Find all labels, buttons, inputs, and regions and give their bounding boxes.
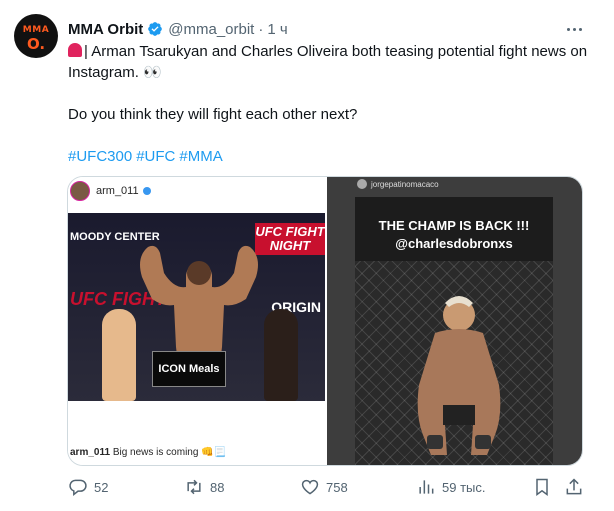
story-username: jorgepatinomacaco [371, 179, 439, 189]
views-button[interactable]: 59 тыс. [416, 476, 485, 498]
eyes-emoji: 👀 [143, 64, 162, 81]
heart-icon [301, 479, 319, 495]
tweet-text-line1: | Arman Tsarukyan and Charles Oliveira b… [68, 41, 588, 83]
siren-emoji-icon [68, 43, 82, 57]
avatar[interactable]: MMA O. [14, 14, 58, 58]
separator-dot: · [258, 20, 264, 38]
views-count: 59 тыс. [442, 479, 486, 495]
banner-ufc: UFC FIGHT NIGHT [255, 223, 325, 255]
reply-button[interactable]: 52 [68, 476, 108, 498]
ig-caption-user: arm_011 [70, 447, 111, 458]
more-options-icon[interactable] [562, 19, 586, 39]
avatar-logo-line2: O. [26, 35, 46, 53]
ring-girl-left [102, 309, 136, 401]
hashtag-link[interactable]: #MMA [179, 148, 222, 165]
tweet-header: MMA Orbit @mma_orbit · 1 ч [68, 19, 288, 39]
ig-username: arm_011 [96, 185, 139, 197]
reply-icon [69, 479, 87, 497]
verified-badge-icon[interactable] [147, 21, 163, 37]
story-headline-text: THE CHAMP IS BACK !!! [378, 218, 530, 233]
ig-header: arm_011 [70, 181, 151, 201]
ig-caption: arm_011 Big news is coming 👊📃 [70, 447, 226, 458]
like-button[interactable]: 758 [300, 476, 348, 498]
media-image-right[interactable]: jorgepatinomacaco THE CHAMP IS BACK !!! … [327, 177, 582, 465]
share-button[interactable] [564, 476, 590, 498]
tweet-text: | Arman Tsarukyan and Charles Oliveira b… [68, 41, 588, 167]
hashtags: #UFC300 #UFC #MMA [68, 146, 588, 167]
story-headline: THE CHAMP IS BACK !!! @charlesdobronxs [355, 217, 553, 253]
story-header: jorgepatinomacaco [357, 179, 439, 189]
bookmark-button[interactable] [532, 476, 558, 498]
icon-meals-sign: ICON Meals [152, 351, 226, 387]
media-image-left[interactable]: arm_011 MOODY CENTER UFC FIGHT NIGHT UFC… [68, 177, 325, 465]
story-mention: @charlesdobronxs [395, 236, 513, 251]
ring-girl-right [264, 309, 298, 401]
like-count: 758 [326, 479, 348, 495]
repost-icon [187, 479, 201, 495]
display-name[interactable]: MMA Orbit [68, 21, 143, 38]
ig-avatar [70, 181, 90, 201]
repost-button[interactable]: 88 [184, 476, 224, 498]
weigh-in-photo: MOODY CENTER UFC FIGHT NIGHT UFC FIGHT O… [68, 213, 325, 401]
tweet[interactable]: MMA O. MMA Orbit @mma_orbit · 1 ч | Arma… [0, 0, 614, 511]
hashtag-link[interactable]: #UFC [136, 148, 175, 165]
repost-count: 88 [210, 479, 225, 495]
avatar-logo-line1: MMA [22, 25, 50, 35]
timestamp[interactable]: 1 ч [267, 21, 287, 38]
ig-verified-icon [142, 187, 151, 195]
story-photo: THE CHAMP IS BACK !!! @charlesdobronxs [355, 197, 553, 465]
reply-count: 52 [94, 479, 109, 495]
media-grid: arm_011 MOODY CENTER UFC FIGHT NIGHT UFC… [67, 176, 583, 466]
action-bar: 52 88 758 59 тыс. [68, 476, 588, 498]
ig-caption-text: Big news is coming 👊📃 [112, 447, 227, 458]
share-icon [566, 478, 582, 495]
bookmark-icon [536, 478, 548, 496]
fighter-crouching [417, 296, 501, 455]
tweet-text-question: Do you think they will fight each other … [68, 106, 358, 123]
story-avatar [357, 179, 367, 189]
views-chart-icon [419, 480, 434, 494]
handle[interactable]: @mma_orbit [168, 21, 254, 38]
hashtag-link[interactable]: #UFC300 [68, 148, 132, 165]
